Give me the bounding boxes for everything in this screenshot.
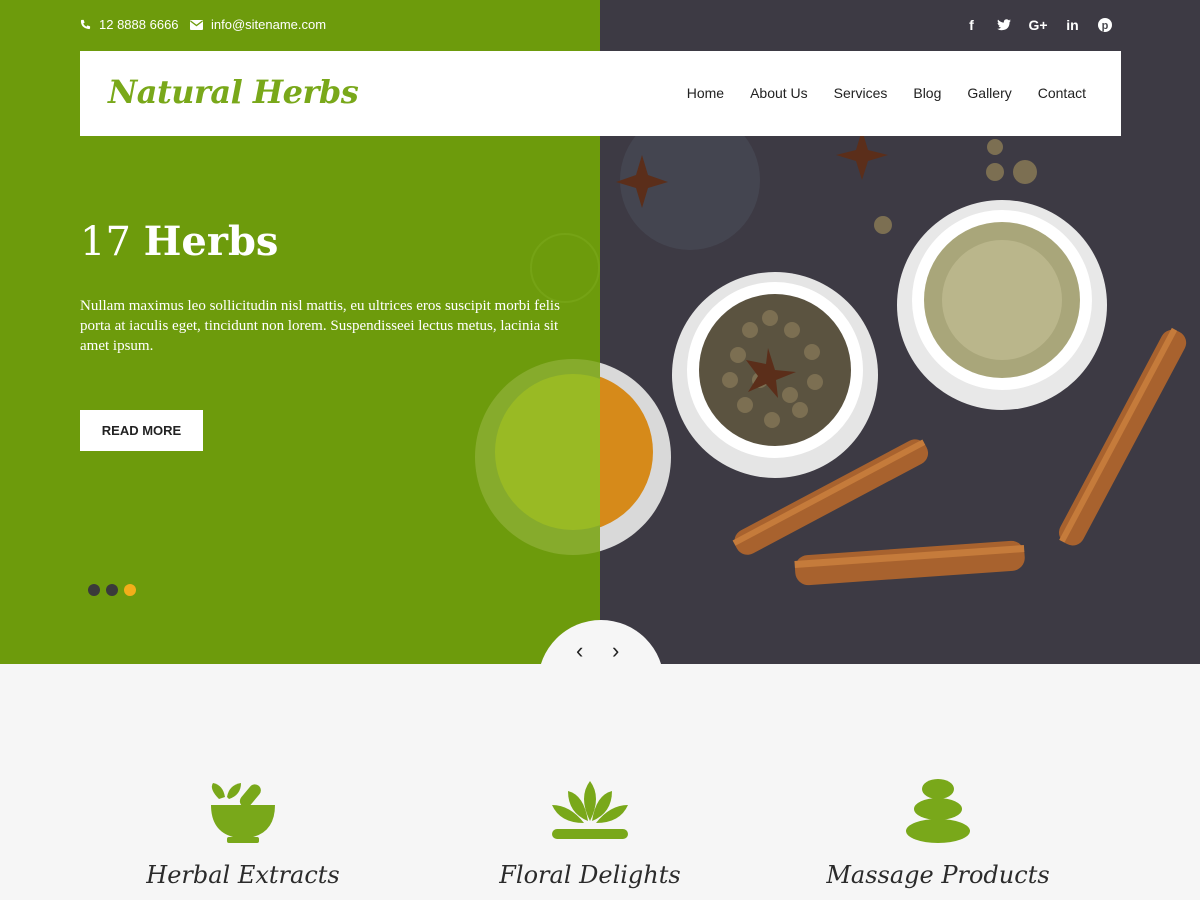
stacked-stones-icon [906, 779, 970, 843]
slide-description: Nullam maximus leo sollicitudin nisl mat… [80, 298, 560, 354]
facebook-icon[interactable]: f [964, 16, 979, 34]
top-info-bar: 12 8888 6666 info@sitename.com f G+ in p [0, 0, 1200, 50]
svg-text:p: p [1101, 20, 1108, 32]
phone-info[interactable]: 12 8888 6666 [80, 17, 179, 32]
social-links: f G+ in p [964, 16, 1112, 34]
feature-title: Herbal Extracts [146, 861, 340, 889]
nav-gallery[interactable]: Gallery [967, 85, 1011, 101]
header-navigation: Natural Herbs Home About Us Services Blo… [80, 51, 1121, 136]
envelope-icon [190, 19, 203, 30]
email-info[interactable]: info@sitename.com [190, 17, 326, 32]
nav-about-us[interactable]: About Us [750, 85, 808, 101]
read-more-button[interactable]: READ MORE [80, 410, 203, 451]
pinterest-icon[interactable]: p [1097, 16, 1112, 34]
next-arrow[interactable]: › [612, 638, 619, 664]
mortar-pestle-icon [211, 783, 275, 843]
nav-blog[interactable]: Blog [913, 85, 941, 101]
feature-massage-products[interactable]: Massage Products [818, 775, 1058, 889]
feature-herbal-extracts[interactable]: Herbal Extracts [123, 775, 363, 889]
slide-dot-1[interactable] [88, 584, 100, 596]
twitter-icon[interactable] [996, 16, 1011, 34]
slide-title-word: Herbs [143, 218, 279, 265]
slide-dot-2[interactable] [106, 584, 118, 596]
email-address: info@sitename.com [211, 17, 327, 32]
nav-home[interactable]: Home [687, 85, 724, 101]
slide-title-number: 17 [80, 219, 131, 265]
phone-icon [80, 19, 91, 30]
nav-contact[interactable]: Contact [1038, 85, 1086, 101]
linkedin-icon[interactable]: in [1065, 16, 1080, 34]
slide-pagination [88, 584, 136, 596]
slide-dot-3[interactable] [124, 584, 136, 596]
slide-title: 17 Herbs [80, 218, 278, 265]
feature-title: Massage Products [826, 861, 1050, 889]
site-logo[interactable]: Natural Herbs [108, 73, 359, 111]
lotus-icon [552, 781, 628, 839]
nav-services[interactable]: Services [834, 85, 888, 101]
google-plus-icon[interactable]: G+ [1028, 16, 1048, 34]
prev-arrow[interactable]: ‹ [576, 638, 583, 664]
phone-number: 12 8888 6666 [99, 17, 179, 32]
feature-title: Floral Delights [499, 861, 681, 889]
main-menu: Home About Us Services Blog Gallery Cont… [687, 85, 1086, 101]
feature-floral-delights[interactable]: Floral Delights [470, 775, 710, 889]
